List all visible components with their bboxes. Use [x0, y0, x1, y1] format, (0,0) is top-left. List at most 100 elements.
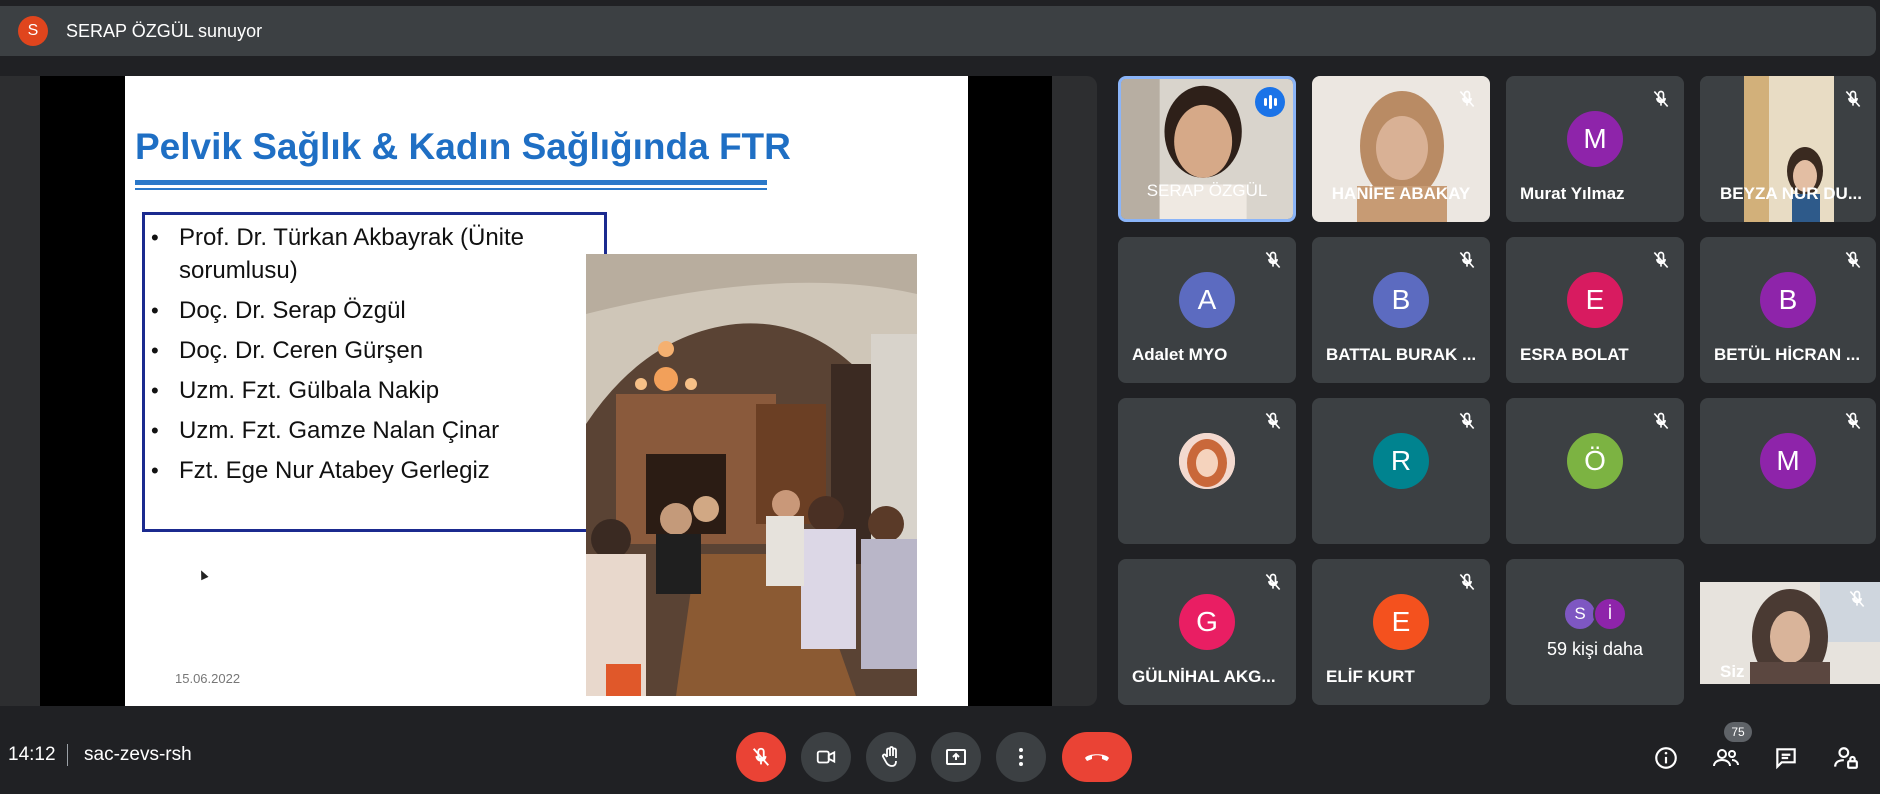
- member-list: Prof. Dr. Türkan Akbayrak (Ünite sorumlu…: [147, 221, 597, 494]
- participant-avatar: B: [1373, 272, 1429, 328]
- host-controls-button[interactable]: [1830, 742, 1862, 774]
- participant-tile[interactable]: B BATTAL BURAK ...: [1312, 237, 1490, 383]
- participant-avatar: S: [1563, 597, 1597, 631]
- participant-tile[interactable]: E ELİF KURT: [1312, 559, 1490, 705]
- mic-off-icon: [1454, 408, 1480, 434]
- participant-avatar-photo: [1179, 433, 1235, 489]
- slide-date: 15.06.2022: [175, 671, 241, 686]
- meeting-details-button[interactable]: [1650, 742, 1682, 774]
- mic-off-icon: [1840, 408, 1866, 434]
- participant-avatar: E: [1567, 272, 1623, 328]
- participants-button[interactable]: [1710, 742, 1742, 774]
- list-item: Fzt. Ege Nur Atabey Gerlegiz: [147, 454, 597, 487]
- mic-off-icon: [1260, 247, 1286, 273]
- participant-tile[interactable]: E ESRA BOLAT: [1506, 237, 1684, 383]
- participant-avatar: Ö: [1567, 433, 1623, 489]
- participant-name: Murat Yılmaz: [1520, 184, 1625, 203]
- mic-off-icon: [1648, 408, 1674, 434]
- present-screen-button[interactable]: [931, 732, 981, 782]
- participant-avatar: M: [1567, 111, 1623, 167]
- letterbox-left: [40, 76, 125, 706]
- participant-avatar: G: [1179, 594, 1235, 650]
- mic-off-icon: [1454, 569, 1480, 595]
- mic-off-icon: [752, 747, 770, 766]
- hand-icon: [881, 746, 897, 767]
- shared-screen: Pelvik Sağlık & Kadın Sağlığında FTR Pro…: [0, 76, 1097, 706]
- more-participants-label: 59 kişi daha: [1546, 639, 1644, 659]
- self-name: Siz: [1720, 662, 1745, 681]
- meet-window: S SERAP ÖZGÜL sunuyor Pelvik Sağlık & Ka…: [0, 0, 1880, 794]
- lock-person-icon: [1834, 747, 1858, 769]
- participant-tile[interactable]: [1118, 398, 1296, 544]
- chat-icon: [1776, 748, 1796, 770]
- leave-call-button[interactable]: [1062, 732, 1132, 782]
- divider: [67, 744, 68, 766]
- participant-tile[interactable]: R: [1312, 398, 1490, 544]
- participant-avatar: E: [1373, 594, 1429, 650]
- mic-off-icon: [1454, 247, 1480, 273]
- team-photo: [586, 254, 917, 696]
- participant-tile[interactable]: M Murat Yılmaz: [1506, 76, 1684, 222]
- participant-name: BATTAL BURAK ...: [1326, 345, 1477, 364]
- mic-toggle-button[interactable]: [736, 732, 786, 782]
- participant-avatar: İ: [1593, 597, 1627, 631]
- participant-name: BETÜL HİCRAN ...: [1714, 345, 1861, 364]
- participant-name: SERAP ÖZGÜL: [1146, 181, 1268, 200]
- mic-off-icon: [1844, 586, 1870, 612]
- participant-name: HANİFE ABAKAY: [1331, 184, 1471, 203]
- current-time: 14:12: [8, 744, 56, 765]
- presentation-slide: Pelvik Sağlık & Kadın Sağlığında FTR Pro…: [125, 76, 968, 706]
- participant-tile[interactable]: HANİFE ABAKAY: [1312, 76, 1490, 222]
- more-vert-icon: [1019, 748, 1023, 766]
- participant-tile[interactable]: G GÜLNİHAL AKG...: [1118, 559, 1296, 705]
- more-options-button[interactable]: [996, 732, 1046, 782]
- mouse-cursor-icon: [197, 568, 209, 581]
- people-icon: [1713, 749, 1739, 767]
- participant-name: ESRA BOLAT: [1520, 345, 1629, 364]
- participant-avatar: B: [1760, 272, 1816, 328]
- participant-tile[interactable]: SERAP ÖZGÜL: [1118, 76, 1296, 222]
- slide-title: Pelvik Sağlık & Kadın Sağlığında FTR: [135, 126, 791, 167]
- participant-avatar: M: [1760, 433, 1816, 489]
- camera-icon: [816, 750, 836, 764]
- list-item: Doç. Dr. Serap Özgül: [147, 294, 597, 327]
- more-participants-avatars: S İ: [1563, 597, 1627, 631]
- meeting-code: sac-zevs-rsh: [84, 744, 192, 765]
- presenter-avatar: S: [18, 16, 48, 46]
- more-participants-tile[interactable]: S İ 59 kişi daha: [1506, 559, 1684, 705]
- info-icon: [1655, 747, 1677, 769]
- list-item: Doç. Dr. Ceren Gürşen: [147, 334, 597, 367]
- participant-name: Adalet MYO: [1132, 345, 1228, 364]
- participant-tile[interactable]: A Adalet MYO: [1118, 237, 1296, 383]
- title-underline: [135, 180, 767, 190]
- speaking-indicator-icon: [1255, 87, 1285, 117]
- participant-avatar: R: [1373, 433, 1429, 489]
- participant-name: GÜLNİHAL AKG...: [1132, 667, 1276, 686]
- control-bar: 14:12 sac-zevs-rsh 75: [0, 722, 1880, 794]
- list-item: Uzm. Fzt. Gamze Nalan Çinar: [147, 414, 597, 447]
- mic-off-icon: [1454, 86, 1480, 112]
- mic-off-icon: [1648, 86, 1674, 112]
- list-item: Uzm. Fzt. Gülbala Nakip: [147, 374, 597, 407]
- participant-tile[interactable]: B BETÜL HİCRAN ...: [1700, 237, 1876, 383]
- mic-off-icon: [1260, 408, 1286, 434]
- mic-off-icon: [1260, 569, 1286, 595]
- presenter-banner-text: SERAP ÖZGÜL sunuyor: [66, 20, 263, 41]
- letterbox-right: [968, 76, 1052, 706]
- present-screen-icon: [946, 749, 966, 765]
- participant-avatar: A: [1179, 272, 1235, 328]
- raise-hand-button[interactable]: [866, 732, 916, 782]
- participant-tile[interactable]: BEYZA NUR DU...: [1700, 76, 1876, 222]
- participant-tile[interactable]: Ö: [1506, 398, 1684, 544]
- chat-button[interactable]: [1770, 742, 1802, 774]
- mic-off-icon: [1840, 247, 1866, 273]
- mic-off-icon: [1648, 247, 1674, 273]
- participant-name: ELİF KURT: [1326, 667, 1415, 686]
- self-view-tile[interactable]: Siz: [1700, 582, 1880, 684]
- list-item: Prof. Dr. Türkan Akbayrak (Ünite sorumlu…: [147, 221, 597, 287]
- participant-count-badge: 75: [1724, 722, 1752, 742]
- camera-toggle-button[interactable]: [801, 732, 851, 782]
- presenter-banner: S SERAP ÖZGÜL sunuyor: [0, 6, 1876, 56]
- participant-tile[interactable]: M: [1700, 398, 1876, 544]
- hang-up-icon: [1085, 754, 1109, 761]
